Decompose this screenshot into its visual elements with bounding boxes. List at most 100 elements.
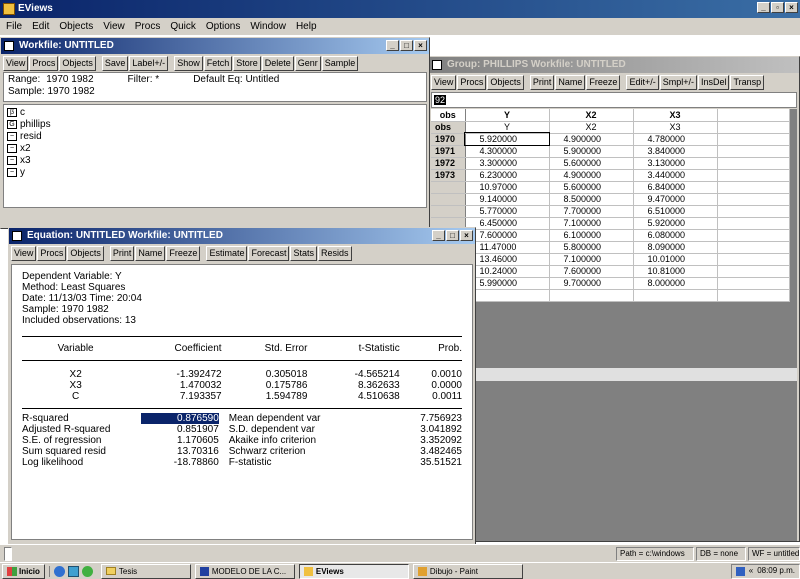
y-cell[interactable]: 10.24000 <box>465 265 550 278</box>
obs-cell[interactable]: 1970 <box>431 133 466 146</box>
y-cell[interactable]: 11.47000 <box>465 241 550 254</box>
x2-cell[interactable]: 9.700000 <box>549 277 634 290</box>
y-cell[interactable]: 9.140000 <box>465 193 550 206</box>
wf-objects-button[interactable]: Objects <box>59 55 96 71</box>
group-freeze-button[interactable]: Freeze <box>586 74 621 90</box>
x3-cell[interactable]: 10.81000 <box>633 265 718 278</box>
close-button[interactable]: × <box>785 2 798 13</box>
menu-options[interactable]: Options <box>206 21 240 32</box>
obs-cell[interactable] <box>431 181 466 194</box>
equation-minimize-button[interactable]: _ <box>432 230 445 241</box>
workfile-titlebar[interactable]: Workfile: UNTITLED _ □ × <box>1 38 429 54</box>
x2-cell[interactable]: 7.100000 <box>549 253 634 266</box>
tray-speaker-icon[interactable]: « <box>749 565 753 577</box>
x3-cell[interactable]: 3.130000 <box>633 157 718 170</box>
table-row[interactable]: 7.600000 6.100000 6.080000 <box>431 229 790 242</box>
menu-edit[interactable]: Edit <box>32 21 49 32</box>
group-objects-button[interactable]: Objects <box>487 74 524 90</box>
start-button[interactable]: Inicio <box>2 563 45 579</box>
wf-delete-button[interactable]: Delete <box>261 55 294 71</box>
menu-help[interactable]: Help <box>296 21 317 32</box>
x2-cell[interactable]: 6.100000 <box>549 229 634 242</box>
list-item[interactable]: βc <box>7 107 423 119</box>
x3-cell[interactable]: 6.080000 <box>633 229 718 242</box>
menu-procs[interactable]: Procs <box>135 21 161 32</box>
x3-cell[interactable]: 6.510000 <box>633 205 718 218</box>
eq-objects-button[interactable]: Objects <box>67 245 104 261</box>
eq-name-button[interactable]: Name <box>135 245 166 261</box>
y-cell[interactable]: 6.450000 <box>465 217 550 230</box>
wf-store-button[interactable]: Store <box>233 55 261 71</box>
y-cell[interactable]: 6.230000 <box>465 169 550 182</box>
x2-cell[interactable]: 4.900000 <box>549 133 634 146</box>
eq-procs-button[interactable]: Procs <box>37 245 67 261</box>
group-titlebar[interactable]: Group: PHILLIPS Workfile: UNTITLED <box>429 57 799 73</box>
table-row[interactable]: 1972 3.300000 5.600000 3.130000 <box>431 157 790 170</box>
wf-label-button[interactable]: Label+/- <box>129 55 169 71</box>
x3-cell[interactable]: 9.470000 <box>633 193 718 206</box>
obs-cell[interactable] <box>431 205 466 218</box>
col-header-x3[interactable]: X3 <box>633 109 718 122</box>
group-edit-button[interactable]: Edit+/- <box>626 74 659 90</box>
x3-cell[interactable]: 4.780000 <box>633 133 718 146</box>
table-row[interactable]: 5.770000 7.700000 6.510000 <box>431 205 790 218</box>
wf-sample-button[interactable]: Sample <box>321 55 359 71</box>
x2-cell[interactable]: 5.600000 <box>549 181 634 194</box>
media-icon[interactable] <box>81 565 93 577</box>
wf-procs-button[interactable]: Procs <box>29 55 59 71</box>
col-header-obs[interactable]: obs <box>431 109 466 122</box>
y-cell[interactable]: 4.300000 <box>465 145 550 158</box>
list-item[interactable]: Gphillips <box>7 119 423 131</box>
eq-stats-button[interactable]: Stats <box>290 245 317 261</box>
tray-network-icon[interactable] <box>735 566 745 576</box>
x3-cell[interactable]: 3.840000 <box>633 145 718 158</box>
x3-cell[interactable]: 6.840000 <box>633 181 718 194</box>
group-insdel-button[interactable]: InsDel <box>697 74 730 90</box>
x2-cell[interactable]: 8.500000 <box>549 193 634 206</box>
workfile-close-button[interactable]: × <box>414 40 427 51</box>
sample-text[interactable]: Sample: 1970 1982 <box>8 86 422 98</box>
table-row[interactable]: 1973 6.230000 4.900000 3.440000 <box>431 169 790 182</box>
desktop-icon[interactable] <box>67 565 79 577</box>
menu-view[interactable]: View <box>103 21 125 32</box>
equation-maximize-button[interactable]: □ <box>446 230 459 241</box>
y-cell[interactable]: 13.46000 <box>465 253 550 266</box>
equation-close-button[interactable]: × <box>460 230 473 241</box>
group-smpl-button[interactable]: Smpl+/- <box>659 74 697 90</box>
obs-cell[interactable] <box>431 193 466 206</box>
x3-cell[interactable]: 10.01000 <box>633 253 718 266</box>
task-eviews[interactable]: EViews <box>298 563 409 579</box>
ie-icon[interactable] <box>53 565 65 577</box>
obs-cell[interactable]: 1972 <box>431 157 466 170</box>
menu-window[interactable]: Window <box>250 21 286 32</box>
eq-print-button[interactable]: Print <box>109 245 135 261</box>
table-row[interactable]: 13.46000 7.100000 10.01000 <box>431 253 790 266</box>
task-modelo[interactable]: MODELO DE LA C... <box>194 563 295 579</box>
wf-fetch-button[interactable]: Fetch <box>203 55 233 71</box>
task-paint[interactable]: Dibujo - Paint <box>412 563 523 579</box>
table-row[interactable]: 10.24000 7.600000 10.81000 <box>431 265 790 278</box>
eq-estimate-button[interactable]: Estimate <box>206 245 248 261</box>
list-item[interactable]: ~ x3 <box>7 155 423 167</box>
y-cell[interactable]: 3.300000 <box>465 157 550 170</box>
group-procs-button[interactable]: Procs <box>457 74 487 90</box>
y-cell[interactable]: 5.770000 <box>465 205 550 218</box>
eq-view-button[interactable]: View <box>11 245 37 261</box>
table-row[interactable]: 1971 4.300000 5.900000 3.840000 <box>431 145 790 158</box>
restore-button[interactable]: ▫ <box>771 2 784 13</box>
wf-show-button[interactable]: Show <box>174 55 203 71</box>
stat-value[interactable]: 0.876590 <box>141 413 219 424</box>
wf-view-button[interactable]: View <box>3 55 29 71</box>
group-edit-field[interactable]: 92 <box>431 92 797 108</box>
x3-cell[interactable]: 8.090000 <box>633 241 718 254</box>
eq-forecast-button[interactable]: Forecast <box>248 245 290 261</box>
table-row[interactable]: 10.97000 5.600000 6.840000 <box>431 181 790 194</box>
obs-cell[interactable]: 1971 <box>431 145 466 158</box>
obs-cell[interactable]: 1973 <box>431 169 466 182</box>
list-item[interactable]: ~ resid <box>7 131 423 143</box>
wf-genr-button[interactable]: Genr <box>294 55 321 71</box>
group-name-button[interactable]: Name <box>555 74 586 90</box>
y-cell[interactable]: 5.990000 <box>465 277 550 290</box>
group-hscrollbar[interactable]: ◂ <box>431 367 797 381</box>
table-row[interactable]: 1970 5.920000 4.900000 4.780000 <box>431 132 790 146</box>
